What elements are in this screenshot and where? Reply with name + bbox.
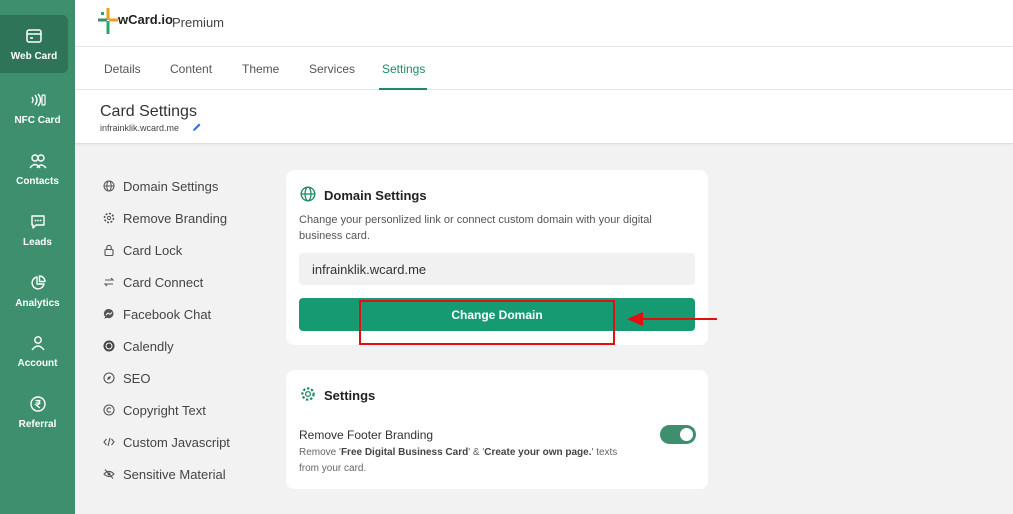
brand-name: wCard.io xyxy=(118,12,173,27)
code-icon xyxy=(103,436,115,448)
sidebar-item-nfc-card[interactable]: NFC Card xyxy=(0,79,75,137)
rupee-icon xyxy=(29,395,47,413)
tab-services[interactable]: Services xyxy=(309,62,355,76)
contacts-icon xyxy=(28,152,47,170)
gear-icon xyxy=(301,387,315,401)
pencil-icon[interactable] xyxy=(192,122,202,132)
menu-item-label: Domain Settings xyxy=(123,178,219,194)
compass-icon xyxy=(103,372,115,384)
toggle-knob xyxy=(680,428,693,441)
sidebar-item-label: Contacts xyxy=(16,175,59,187)
wcard-logo-icon xyxy=(98,8,118,34)
page-header: Card Settings infrainklik.wcard.me xyxy=(75,90,1013,144)
sidebar-item-analytics[interactable]: Analytics xyxy=(0,262,75,320)
remove-footer-branding-label: Remove Footer Branding xyxy=(299,428,434,442)
page-title: Card Settings xyxy=(100,103,197,120)
chat-icon xyxy=(29,213,47,231)
left-sidebar: Web Card NFC Card Contacts Leads Analyti… xyxy=(0,0,75,514)
sidebar-item-web-card[interactable]: Web Card xyxy=(0,15,68,73)
menu-item-sensitive-material[interactable]: Sensitive Material xyxy=(103,465,226,483)
plan-label: Premium xyxy=(172,15,225,30)
menu-item-label: Copyright Text xyxy=(123,402,206,418)
menu-item-label: Card Lock xyxy=(123,242,183,258)
menu-item-label: Remove Branding xyxy=(123,210,228,226)
user-icon xyxy=(29,334,47,352)
tab-settings[interactable]: Settings xyxy=(382,62,425,76)
pie-chart-icon xyxy=(29,274,47,292)
sidebar-item-label: Account xyxy=(17,357,58,369)
menu-item-label: Card Connect xyxy=(123,274,204,290)
menu-item-seo[interactable]: SEO xyxy=(103,369,150,387)
menu-item-label: Custom Javascript xyxy=(123,434,230,450)
menu-item-card-connect[interactable]: Card Connect xyxy=(103,273,203,291)
sidebar-item-account[interactable]: Account xyxy=(0,322,75,380)
remove-footer-branding-description: Remove 'Free Digital Business Card' & 'C… xyxy=(299,447,618,474)
tab-theme[interactable]: Theme xyxy=(242,62,279,76)
tab-details[interactable]: Details xyxy=(104,62,141,76)
domain-settings-description: Change your personlized link or connect … xyxy=(299,214,652,242)
highlight-box xyxy=(359,300,615,345)
eye-off-icon xyxy=(103,468,115,480)
settings-title: Settings xyxy=(324,388,376,403)
menu-item-label: Sensitive Material xyxy=(123,466,226,482)
menu-item-copyright-text[interactable]: Copyright Text xyxy=(103,401,206,419)
general-settings-card: Settings Remove Footer Branding Remove '… xyxy=(286,370,708,489)
sidebar-item-label: Leads xyxy=(23,236,52,248)
globe-icon xyxy=(300,186,316,202)
menu-item-card-lock[interactable]: Card Lock xyxy=(103,241,182,259)
sidebar-item-label: Referral xyxy=(18,418,57,430)
menu-item-label: SEO xyxy=(123,370,151,386)
card-url: infrainklik.wcard.me xyxy=(100,123,180,133)
menu-item-custom-javascript[interactable]: Custom Javascript xyxy=(103,433,230,451)
sidebar-item-contacts[interactable]: Contacts xyxy=(0,140,75,198)
tab-content[interactable]: Content xyxy=(170,62,212,76)
menu-item-facebook-chat[interactable]: Facebook Chat xyxy=(103,305,211,323)
messenger-icon xyxy=(103,308,115,320)
sidebar-item-label: Web Card xyxy=(10,50,58,62)
card-icon xyxy=(25,27,43,45)
nfc-icon xyxy=(29,91,47,109)
gear-icon xyxy=(103,212,115,224)
menu-item-label: Facebook Chat xyxy=(123,306,212,322)
sidebar-item-label: NFC Card xyxy=(14,114,61,126)
card-tabs: Details Content Theme Services Settings xyxy=(75,47,1013,90)
menu-item-label: Calendly xyxy=(123,338,174,354)
swap-icon xyxy=(103,276,115,288)
sidebar-item-referral[interactable]: Referral xyxy=(0,383,75,441)
calendly-icon xyxy=(103,340,115,352)
globe-icon xyxy=(103,180,115,192)
sidebar-item-label: Analytics xyxy=(15,297,60,309)
copyright-icon xyxy=(103,404,115,416)
annotation-arrow-icon xyxy=(627,312,717,326)
app-header: wCard.io Premium xyxy=(75,0,1013,47)
menu-item-domain-settings[interactable]: Domain Settings xyxy=(103,177,218,195)
menu-item-remove-branding[interactable]: Remove Branding xyxy=(103,209,227,227)
domain-settings-title: Domain Settings xyxy=(324,188,427,203)
menu-item-calendly[interactable]: Calendly xyxy=(103,337,174,355)
remove-footer-branding-toggle[interactable] xyxy=(660,425,696,444)
sidebar-item-leads[interactable]: Leads xyxy=(0,201,75,259)
domain-field[interactable] xyxy=(299,253,695,285)
lock-icon xyxy=(103,244,115,256)
